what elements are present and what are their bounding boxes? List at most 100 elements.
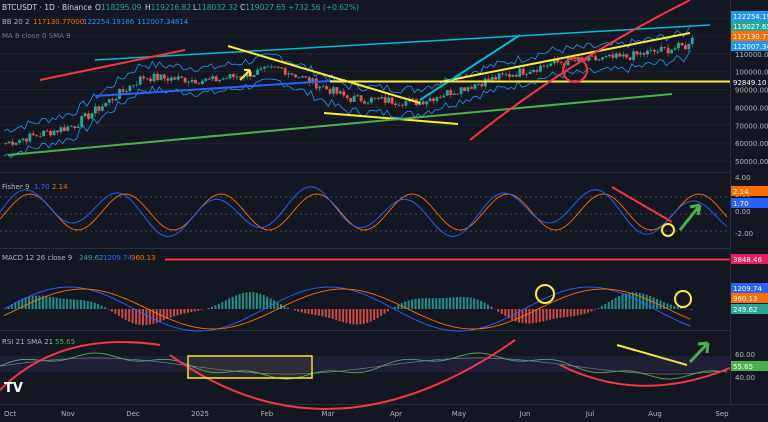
macd-bar <box>556 309 558 319</box>
svg-text:112007.34814: 112007.34814 <box>137 18 189 26</box>
macd-bar <box>442 297 445 309</box>
svg-text:249.62: 249.62 <box>79 254 104 262</box>
candle <box>11 141 15 145</box>
macd-bar <box>590 309 593 312</box>
change-label: +732.56 (+0.62%) <box>288 3 359 12</box>
macd-bar <box>235 295 238 309</box>
macd-bar <box>59 298 62 309</box>
candle <box>504 74 508 76</box>
candle <box>221 78 225 80</box>
svg-text:249.62: 249.62 <box>733 306 758 314</box>
macd-bar <box>207 307 210 309</box>
candle <box>73 126 77 128</box>
candle <box>404 101 408 106</box>
macd-bar <box>462 296 465 309</box>
macd-bar <box>221 302 224 309</box>
macd-bar <box>483 302 486 309</box>
macd-bar <box>466 297 469 309</box>
price-tick-label: 50000.00 <box>735 158 768 166</box>
candle <box>449 90 453 95</box>
macd-bar <box>79 300 82 309</box>
macd-bar <box>593 309 596 310</box>
macd-bar <box>338 309 341 322</box>
time-tick-label: Dec <box>126 410 140 418</box>
candle <box>318 86 322 89</box>
macd-bar <box>407 300 410 309</box>
candle <box>211 76 215 80</box>
price-tag: 117130.77 <box>731 31 768 41</box>
macd-bar <box>62 298 65 309</box>
candle <box>135 84 139 86</box>
svg-text:117130.77000: 117130.77000 <box>33 18 84 26</box>
candle <box>111 99 115 101</box>
macd-bar <box>131 309 134 324</box>
svg-text:2.14: 2.14 <box>733 188 749 196</box>
candle <box>463 87 466 92</box>
macd-bar <box>397 304 400 309</box>
macd-bar <box>376 309 379 319</box>
candle <box>169 77 173 81</box>
macd-bar <box>228 298 231 309</box>
candle <box>528 71 532 74</box>
candle <box>97 106 101 111</box>
macd-bar <box>373 309 376 321</box>
macd-bar <box>562 309 565 318</box>
macd-bar <box>345 309 348 324</box>
time-tick-label: Feb <box>261 410 274 418</box>
candle <box>432 98 435 101</box>
candle <box>690 37 694 44</box>
candle <box>439 97 442 99</box>
macd-bar <box>52 297 55 309</box>
macd-bar <box>311 309 314 315</box>
macd-bar <box>190 309 193 313</box>
macd-bar <box>183 309 186 314</box>
fisher-tag: 1.70 <box>731 198 768 208</box>
macd-bar <box>621 294 624 309</box>
macd-bar <box>411 299 414 309</box>
macd-bar <box>369 309 372 322</box>
candle <box>335 87 339 94</box>
candle <box>225 78 228 80</box>
candle <box>159 74 163 81</box>
candle <box>539 65 542 72</box>
candle <box>594 56 598 61</box>
candle <box>545 65 549 67</box>
candle <box>280 67 284 69</box>
macd-bar <box>321 309 324 317</box>
macd-bar <box>445 297 448 309</box>
macd-bar <box>117 309 120 317</box>
candle <box>269 66 273 68</box>
candle <box>476 83 480 85</box>
macd-bar <box>424 298 427 309</box>
candle <box>304 76 308 78</box>
candle <box>38 135 42 137</box>
price-tick-label: 80000.00 <box>735 104 768 112</box>
candle <box>473 84 477 89</box>
time-tick-label: Nov <box>61 410 75 418</box>
macd-bar <box>452 297 455 309</box>
candle <box>480 83 484 87</box>
macd-bar <box>193 309 196 312</box>
candle <box>52 130 56 136</box>
candle <box>83 113 87 117</box>
candle <box>62 127 66 131</box>
candle <box>542 65 546 67</box>
candle <box>66 126 70 131</box>
btc-chart[interactable]: BTCUSDT · 1D · Binance O118295.09 H11921… <box>0 0 768 422</box>
candle <box>363 101 366 104</box>
candle <box>604 56 608 58</box>
macd-bar <box>455 297 458 309</box>
macd-bar <box>335 309 338 321</box>
candle <box>166 78 170 81</box>
rsi-tag: 55.65 <box>731 361 768 371</box>
candle <box>370 97 373 103</box>
candle <box>359 95 363 102</box>
candle <box>614 53 618 58</box>
macd-bar <box>297 309 300 312</box>
macd-tag: 1209.74 <box>731 283 768 293</box>
candle <box>663 47 667 48</box>
candle <box>394 103 397 106</box>
macd-bar <box>552 309 555 319</box>
time-tick-label: Sep <box>715 410 729 418</box>
svg-text:1.70: 1.70 <box>34 183 50 191</box>
